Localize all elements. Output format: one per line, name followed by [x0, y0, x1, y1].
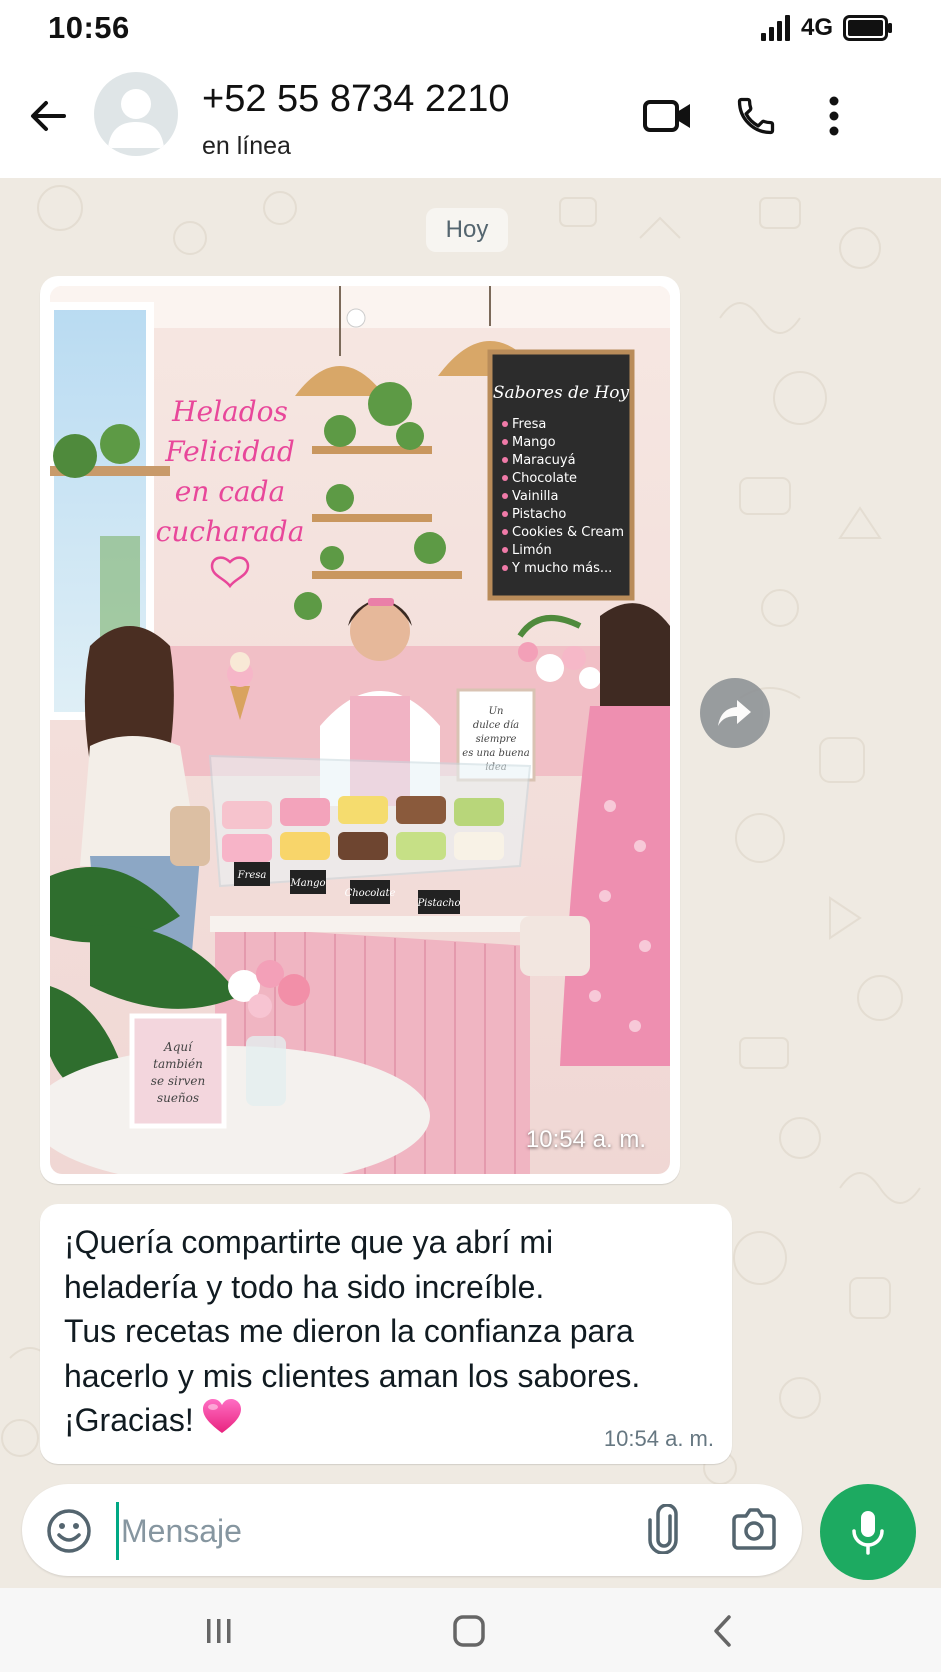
ice-cream-shop-photo: Helados Felicidad en cada cucharada Sabo… [50, 286, 670, 1174]
video-call-button[interactable] [640, 88, 696, 144]
chat-area[interactable]: Hoy Helados Felicidad en cada cucharada … [0, 178, 941, 1484]
message-timestamp: 10:54 a. m. [603, 1426, 714, 1451]
text-message-bubble[interactable]: ¡Quería compartirte que ya abrí mi helad… [40, 1204, 732, 1464]
pink-heart-icon [202, 1399, 241, 1433]
message-composer [22, 1484, 802, 1576]
svg-text:en cada: en cada [175, 475, 286, 508]
microphone-icon [852, 1511, 884, 1555]
svg-text:Felicidad: Felicidad [164, 435, 295, 468]
contact-name[interactable]: +52 55 8734 2210 [202, 78, 509, 121]
svg-text:dulce día: dulce día [473, 720, 519, 731]
signal-icon [760, 15, 790, 41]
svg-text:Fresa: Fresa [237, 870, 267, 881]
svg-text:cucharada: cucharada [156, 515, 305, 548]
svg-text:Pistacho: Pistacho [416, 898, 460, 909]
recents-button[interactable] [194, 1606, 244, 1656]
recents-icon [207, 1619, 231, 1643]
svg-text:Mango: Mango [289, 878, 325, 889]
status-icons: 4G [760, 14, 893, 42]
home-icon [453, 1615, 485, 1647]
svg-text:también: también [153, 1057, 203, 1071]
svg-text:Helados: Helados [171, 395, 288, 428]
message-body: ¡Quería compartirte que ya abrí mi helad… [64, 1224, 641, 1438]
paperclip-icon [648, 1503, 678, 1555]
camera-button[interactable] [730, 1506, 778, 1552]
forward-icon [718, 700, 751, 726]
svg-text:Maracuyá: Maracuyá [512, 453, 576, 468]
table-card: Aquí también se sirven sueños [129, 1013, 227, 1129]
svg-text:Limón: Limón [512, 543, 552, 558]
message-text: ¡Quería compartirte que ya abrí mi helad… [64, 1220, 714, 1443]
photo-timestamp: 10:54 a. m. [525, 1126, 646, 1153]
system-back-button[interactable] [698, 1606, 748, 1656]
attach-button[interactable] [644, 1503, 684, 1555]
svg-text:es una buena: es una buena [462, 748, 529, 759]
shared-photo[interactable]: Helados Felicidad en cada cucharada Sabo… [50, 286, 670, 1174]
emoji-button[interactable] [46, 1508, 92, 1554]
svg-text:Un: Un [489, 706, 504, 717]
svg-text:siempre: siempre [476, 734, 517, 745]
svg-text:se sirven: se sirven [151, 1074, 205, 1088]
message-input[interactable] [116, 1502, 553, 1560]
phone-icon [737, 97, 775, 135]
video-camera-icon [643, 100, 690, 132]
voice-message-button[interactable] [820, 1484, 916, 1580]
svg-text:Chocolate: Chocolate [512, 471, 577, 486]
date-chip: Hoy [426, 208, 508, 252]
contact-status: en línea [202, 132, 291, 160]
smiley-icon [47, 1509, 91, 1553]
network-label: 4G [800, 14, 833, 41]
more-options-button[interactable] [806, 88, 862, 144]
flavors-board: Sabores de Hoy Fresa Mango Maracuyá Choc… [487, 349, 635, 601]
svg-text:Cookies & Cream: Cookies & Cream [512, 525, 624, 540]
default-avatar-icon [108, 89, 164, 148]
arrow-left-icon [31, 101, 66, 131]
forward-button[interactable] [700, 678, 770, 748]
battery-icon [843, 15, 892, 41]
svg-text:Fresa: Fresa [512, 417, 546, 432]
more-vertical-icon [829, 96, 839, 136]
svg-text:Mango: Mango [512, 435, 556, 450]
back-button[interactable] [22, 90, 74, 142]
svg-text:Vainilla: Vainilla [512, 489, 559, 504]
chevron-left-icon [714, 1615, 731, 1647]
svg-text:sueños: sueños [157, 1091, 199, 1105]
svg-text:Sabores de Hoy: Sabores de Hoy [493, 383, 630, 403]
chat-header: +52 55 8734 2210 en línea [0, 58, 941, 178]
svg-text:Chocolate: Chocolate [345, 888, 396, 899]
status-bar: 10:56 4G [0, 0, 941, 58]
system-nav-bar [0, 1588, 941, 1672]
svg-text:Y mucho más...: Y mucho más... [511, 561, 612, 576]
camera-icon [732, 1508, 776, 1550]
voice-call-button[interactable] [728, 88, 784, 144]
home-button[interactable] [444, 1606, 494, 1656]
svg-text:Aquí: Aquí [163, 1040, 194, 1054]
image-message-bubble[interactable]: Helados Felicidad en cada cucharada Sabo… [40, 276, 680, 1184]
avatar[interactable] [94, 72, 178, 156]
status-time: 10:56 [48, 10, 130, 45]
svg-text:Pistacho: Pistacho [512, 507, 566, 522]
